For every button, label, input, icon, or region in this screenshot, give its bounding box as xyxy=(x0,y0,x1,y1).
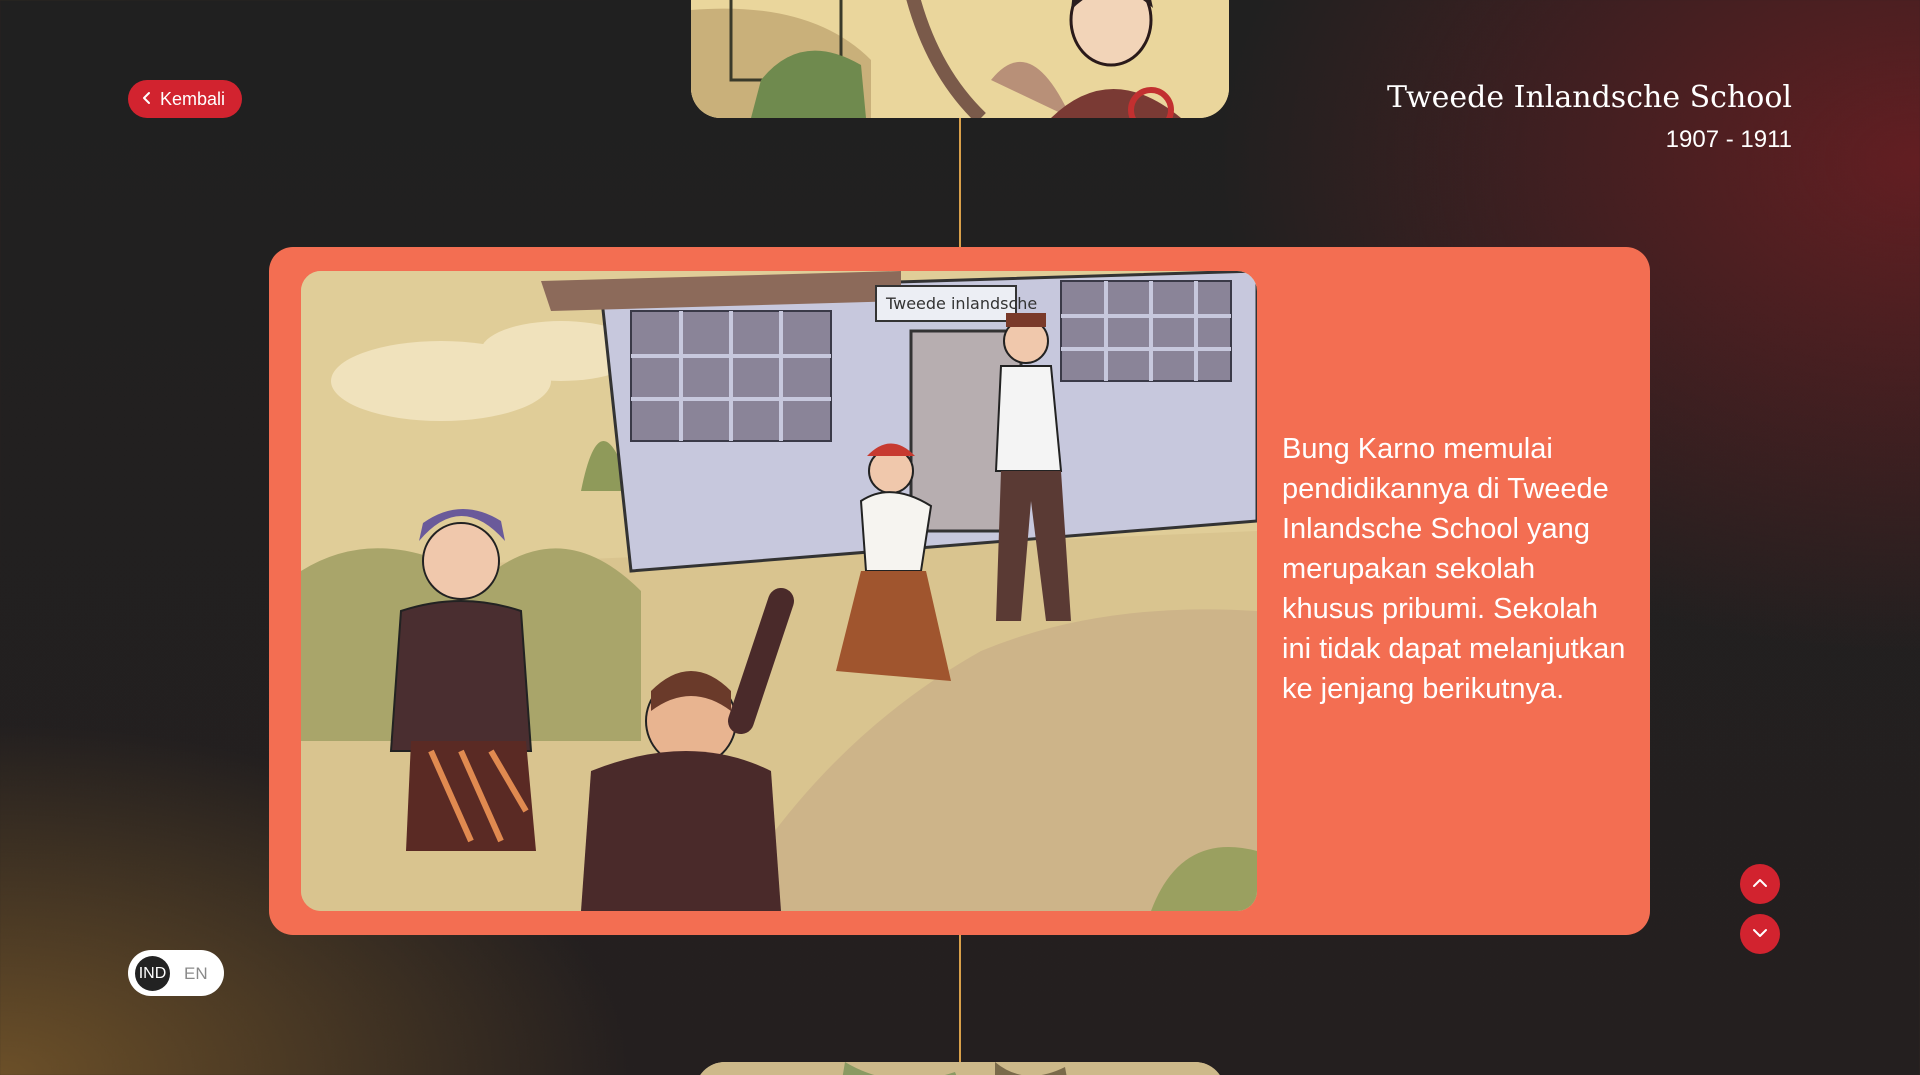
timeline-card: Tweede inlandsche Bung Karno memulai pen… xyxy=(269,247,1650,935)
back-button[interactable]: Kembali xyxy=(128,80,243,118)
language-option-ind[interactable]: IND xyxy=(135,956,170,991)
chevron-left-icon xyxy=(142,89,152,110)
next-card-illustration[interactable] xyxy=(695,1062,1225,1075)
school-illustration: Tweede inlandsche xyxy=(301,271,1257,911)
language-toggle[interactable]: IND EN xyxy=(128,950,224,996)
next-entry-button[interactable] xyxy=(1740,914,1780,954)
back-button-label: Kembali xyxy=(160,88,226,109)
previous-card-illustration[interactable] xyxy=(691,0,1229,118)
period-years: 1907 - 1911 xyxy=(1665,126,1792,153)
chevron-up-icon xyxy=(1752,875,1768,893)
school-sign-text: Tweede inlandsche xyxy=(885,294,1037,313)
previous-entry-button[interactable] xyxy=(1740,864,1780,904)
chevron-down-icon xyxy=(1752,925,1768,943)
card-description: Bung Karno memulai pendidikannya di Twee… xyxy=(1282,433,1626,705)
page-title: Tweede Inlandsche School xyxy=(1387,80,1792,115)
language-option-en[interactable]: EN xyxy=(184,956,208,991)
